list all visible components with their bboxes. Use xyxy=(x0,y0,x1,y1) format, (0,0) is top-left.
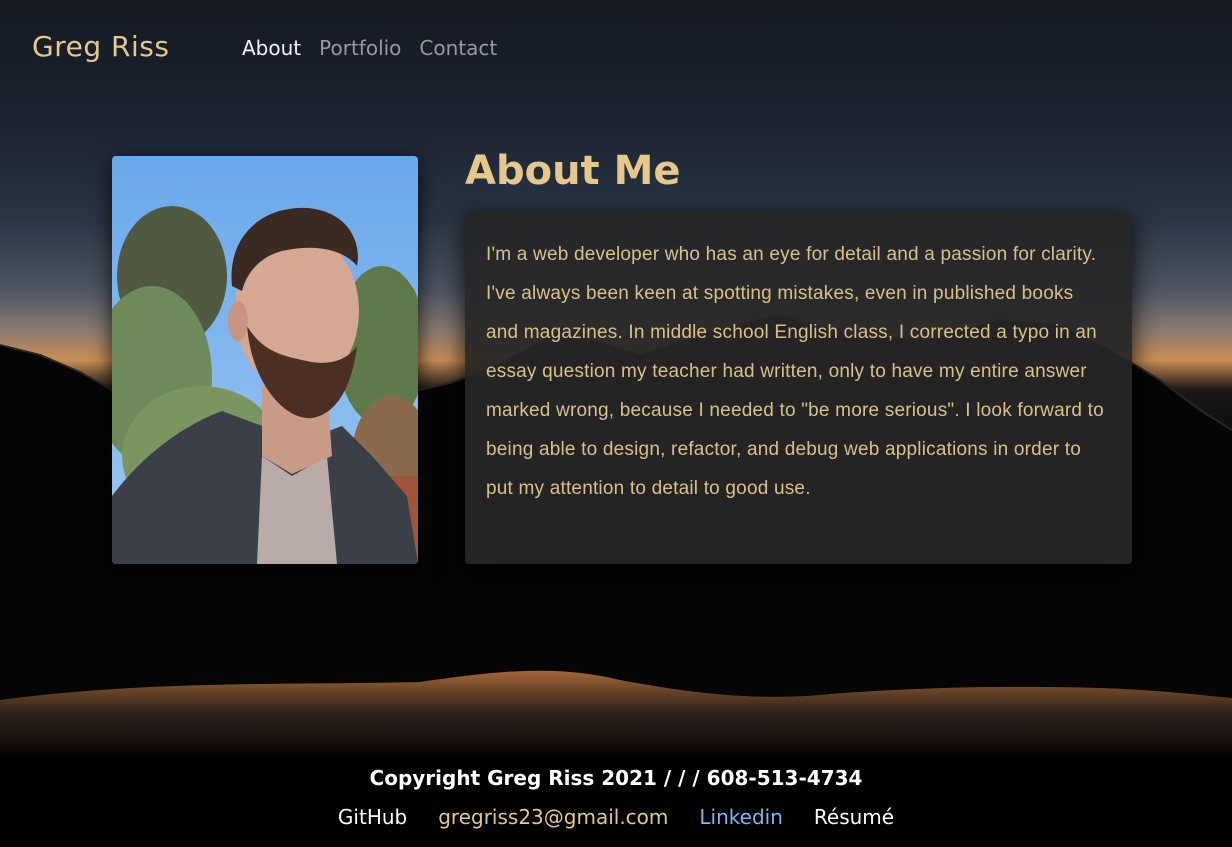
email-link[interactable]: gregriss23@gmail.com xyxy=(438,805,668,829)
horizon-glow xyxy=(0,670,1232,760)
linkedin-link[interactable]: Linkedin xyxy=(699,805,782,829)
about-card: I'm a web developer who has an eye for d… xyxy=(465,211,1132,564)
footer-links: GitHub gregriss23@gmail.com Linkedin Rés… xyxy=(0,805,1232,829)
copyright-text: Copyright Greg Riss 2021 / / / 608-513-4… xyxy=(369,766,863,790)
resume-link[interactable]: Résumé xyxy=(814,805,894,829)
top-navbar: Greg Riss About Portfolio Contact xyxy=(0,0,1232,100)
nav-link-portfolio[interactable]: Portfolio xyxy=(319,36,401,60)
page: Greg Riss About Portfolio Contact About … xyxy=(0,0,1232,847)
footer: Copyright Greg Riss 2021 / / / 608-513-4… xyxy=(0,758,1232,847)
brand-logo[interactable]: Greg Riss xyxy=(32,30,169,63)
profile-photo xyxy=(112,156,418,564)
nav-link-contact[interactable]: Contact xyxy=(419,36,497,60)
github-link[interactable]: GitHub xyxy=(338,805,407,829)
about-title: About Me xyxy=(465,148,681,194)
about-paragraph: I'm a web developer who has an eye for d… xyxy=(486,244,1104,499)
nav-links: About Portfolio Contact xyxy=(242,36,497,60)
nav-link-about[interactable]: About xyxy=(242,36,301,60)
